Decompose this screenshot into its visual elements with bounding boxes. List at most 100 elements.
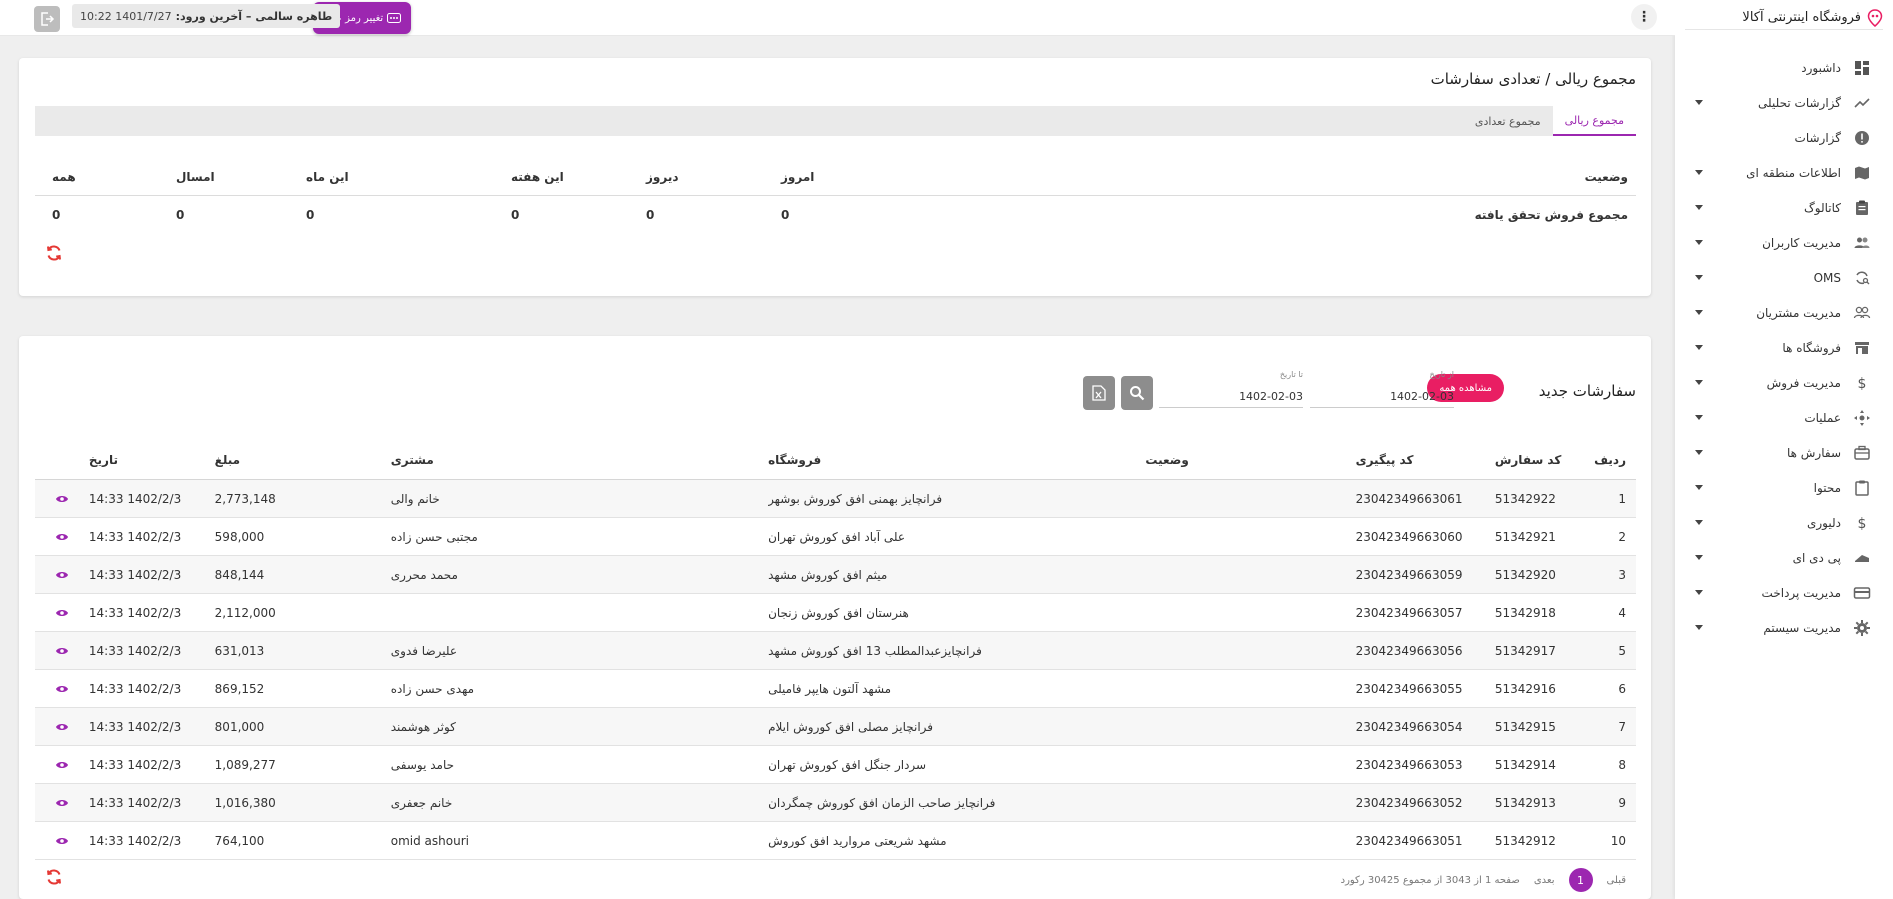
current-page[interactable]: 1 [1568, 868, 1593, 892]
sidebar-item-11[interactable]: سفارش ها [1675, 435, 1893, 470]
sidebar-item-8[interactable]: فروشگاه ها [1675, 330, 1893, 365]
sidebar-item-3[interactable]: اطلاعات منطقه ای [1675, 155, 1893, 190]
table-cell: 1402/2/3 14:33 [88, 681, 182, 696]
alert-icon [1853, 129, 1871, 147]
table-cell: 23042349663061 [1355, 491, 1463, 506]
sidebar-item-14[interactable]: پی دی ای [1675, 540, 1893, 575]
from-date-label: از تاریخ [1429, 370, 1454, 379]
summary-cell: 0 [646, 208, 655, 222]
table-cell: فرانچایز مصلی افق کوروش ایلام [768, 719, 934, 734]
from-date-field[interactable]: از تاریخ 1402-02-03 [1310, 370, 1454, 408]
table-cell: 8 [1618, 757, 1626, 772]
sidebar-item-4[interactable]: کاتالوگ [1675, 190, 1893, 225]
excel-file-icon [1092, 385, 1106, 401]
brand[interactable]: فروشگاه اینترنتی آکالا [1685, 0, 1883, 30]
table-row[interactable]: 1 51342922 23042349663061 فرانچایز بهمنی اف… [35, 480, 1636, 518]
eye-icon [55, 685, 68, 692]
view-order-button[interactable] [35, 722, 89, 732]
sidebar-item-13[interactable]: $ دلیوری [1675, 505, 1893, 540]
summary-table: وضعیت امروز دیروز این هفته این ماه امسال همه م… [35, 158, 1636, 234]
table-cell: 869,152 [214, 681, 265, 696]
summary-header-cell: امسال [176, 169, 215, 184]
table-row[interactable]: 4 51342918 23042349663057 هنرستان افق کوروش… [35, 594, 1636, 632]
table-cell: علی آباد افق کوروش تهران [768, 529, 905, 544]
sidebar-item-label: پی دی ای [1792, 550, 1841, 565]
table-row[interactable]: 9 51342913 23042349663052 فرانچایز صاحب الز… [35, 784, 1636, 822]
dollar-icon: $ [1853, 374, 1871, 392]
chevron-down-icon [1695, 520, 1703, 525]
view-order-button[interactable] [35, 836, 89, 846]
sidebar-item-2[interactable]: گزارشات [1675, 120, 1893, 155]
table-cell: omid ashouri [390, 833, 469, 848]
view-order-button[interactable] [35, 798, 89, 808]
user-name: طاهره سالمی [255, 9, 333, 23]
sidebar-item-10[interactable]: عملیات [1675, 400, 1893, 435]
sidebar-item-label: عملیات [1804, 410, 1841, 425]
clipboard-icon [1853, 199, 1871, 217]
view-order-button[interactable] [35, 532, 89, 542]
table-row[interactable]: 2 51342921 23042349663060 علی آباد افق کورو… [35, 518, 1636, 556]
view-order-button[interactable] [35, 684, 89, 694]
eye-icon [55, 837, 68, 844]
table-row[interactable]: 8 51342914 23042349663053 سردار جنگل افق کو… [35, 746, 1636, 784]
view-order-button[interactable] [35, 646, 89, 656]
summary-tab-1[interactable]: مجموع تعدادی [1463, 106, 1553, 136]
table-row[interactable]: 6 51342916 23042349663055 مشهد آلتون هایپر … [35, 670, 1636, 708]
eye-icon [55, 495, 68, 502]
logout-button[interactable] [34, 6, 60, 32]
sidebar-item-7[interactable]: مدیریت مشتریان [1675, 295, 1893, 330]
view-order-button[interactable] [35, 570, 89, 580]
sidebar-item-12[interactable]: محتوا [1675, 470, 1893, 505]
export-excel-button[interactable] [1083, 376, 1115, 410]
summary-tab-0[interactable]: مجموع ریالی [1552, 106, 1636, 136]
table-cell: فرانچایز صاحب الزمان افق کوروش چمگردان [768, 795, 996, 810]
table-cell: 1402/2/3 14:33 [88, 833, 182, 848]
table-cell: 3 [1618, 567, 1626, 582]
eye-icon [55, 723, 68, 730]
orders-header-cell: ردیف [1594, 452, 1626, 467]
sidebar-item-16[interactable]: مدیریت سیستم [1675, 610, 1893, 645]
sidebar-item-5[interactable]: مدیریت کاربران [1675, 225, 1893, 260]
table-cell: میثم افق کوروش مشهد [768, 567, 888, 582]
gear-icon [1853, 619, 1871, 637]
refresh-icon[interactable] [45, 244, 63, 262]
table-row[interactable]: 7 51342915 23042349663054 فرانچایز مصلی افق… [35, 708, 1636, 746]
view-order-button[interactable] [35, 608, 89, 618]
table-row[interactable]: 3 51342920 23042349663059 میثم افق کوروش مش… [35, 556, 1636, 594]
prev-page-link[interactable]: قبلی [1607, 875, 1626, 886]
view-order-button[interactable] [35, 760, 89, 770]
summary-cell: 0 [511, 208, 520, 222]
to-date-label: تا تاریخ [1279, 370, 1303, 379]
search-button[interactable] [1121, 376, 1153, 410]
table-row[interactable]: 10 51342912 23042349663051 مشهد شریعتی مروا… [35, 822, 1636, 860]
sidebar-item-6[interactable]: OMS [1675, 260, 1893, 295]
chevron-down-icon [1695, 555, 1703, 560]
table-cell: سردار جنگل افق کوروش تهران [768, 757, 927, 772]
summary-cell: مجموع فروش تحقق یافته [1474, 208, 1628, 222]
sidebar-item-15[interactable]: مدیریت پرداخت [1675, 575, 1893, 610]
chevron-down-icon [1695, 450, 1703, 455]
view-order-button[interactable] [35, 494, 89, 504]
sidebar-item-1[interactable]: گزارشات تحلیلی [1675, 85, 1893, 120]
summary-header-cell: این ماه [306, 169, 349, 184]
table-cell: 23042349663057 [1355, 605, 1463, 620]
chevron-down-icon [1695, 310, 1703, 315]
to-date-field[interactable]: تا تاریخ 1402-02-03 [1159, 370, 1303, 408]
user-info: طاهره سالمی – آخرین ورود: 1401/7/27 10:2… [72, 4, 341, 28]
dollar-icon: $ [1853, 514, 1871, 532]
chevron-down-icon [1695, 275, 1703, 280]
next-page-link[interactable]: بعدی [1534, 875, 1555, 886]
sidebar-item-0[interactable]: داشبورد [1675, 50, 1893, 85]
table-cell: 7 [1618, 719, 1626, 734]
more-menu-icon[interactable]: ⋮ [1631, 4, 1657, 30]
logout-icon [41, 12, 55, 26]
refresh-icon[interactable] [45, 868, 63, 886]
card-icon [1853, 584, 1871, 602]
sidebar-item-9[interactable]: $ مدیریت فروش [1675, 365, 1893, 400]
summary-cell: 0 [176, 208, 185, 222]
sidebar-item-label: گزارشات [1794, 130, 1841, 145]
table-row[interactable]: 5 51342917 23042349663056 فرانچایزعبدالمطلب… [35, 632, 1636, 670]
summary-data-row: مجموع فروش تحقق یافته 0 0 0 0 0 0 [35, 196, 1636, 234]
sidebar-item-label: OMS [1813, 270, 1841, 285]
sidebar-item-label: مدیریت مشتریان [1756, 305, 1841, 320]
